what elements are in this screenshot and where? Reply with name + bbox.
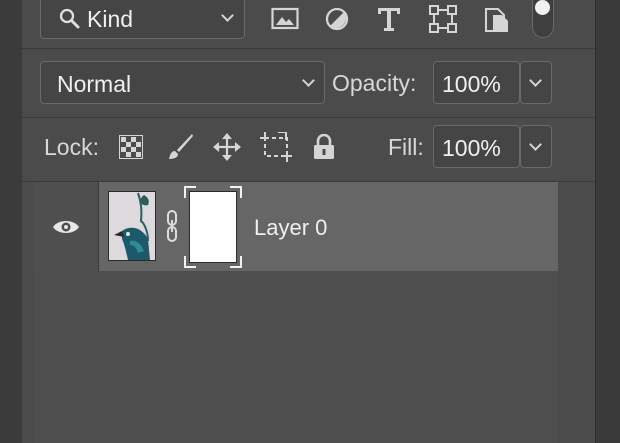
- adjustment-filter-icon[interactable]: [324, 6, 350, 32]
- mask-fill: [189, 191, 237, 263]
- layer-name: Layer 0: [254, 215, 328, 240]
- chevron-down-icon: [529, 74, 542, 87]
- lock-transparent-pixels-icon[interactable]: [119, 135, 143, 159]
- layer-mask-thumbnail[interactable]: [184, 186, 242, 268]
- lock-position-icon[interactable]: [212, 132, 242, 162]
- search-icon: [59, 8, 80, 29]
- opacity-value: 100%: [442, 71, 501, 97]
- lock-image-pixels-icon[interactable]: [166, 132, 194, 162]
- link-icon[interactable]: [165, 210, 179, 242]
- chevron-down-icon: [529, 138, 542, 151]
- image-filter-icon[interactable]: [271, 7, 299, 31]
- fill-input[interactable]: 100%: [433, 125, 520, 168]
- blend-mode-dropdown[interactable]: Normal: [40, 61, 325, 104]
- panel-scroll-track[interactable]: [595, 0, 620, 443]
- smart-object-filter-icon[interactable]: [484, 5, 510, 33]
- fill-dropdown-button[interactable]: [520, 125, 552, 168]
- layers-empty-area: [34, 272, 558, 443]
- filter-toggle-knob: [535, 0, 550, 15]
- eye-icon[interactable]: [52, 218, 80, 236]
- lock-label: Lock:: [44, 134, 99, 160]
- lock-all-icon[interactable]: [313, 134, 335, 160]
- fill-label: Fill:: [388, 134, 424, 160]
- opacity-label: Opacity:: [332, 70, 417, 96]
- blend-mode-value: Normal: [57, 71, 132, 97]
- filter-kind-label: Kind: [87, 6, 134, 32]
- layer-thumbnail[interactable]: [108, 191, 156, 261]
- lock-artboard-icon[interactable]: [260, 132, 292, 162]
- chevron-down-icon: [221, 9, 234, 22]
- opacity-input[interactable]: 100%: [433, 61, 520, 104]
- layers-list: Layer 0: [34, 182, 558, 443]
- fill-value: 100%: [442, 135, 501, 161]
- type-filter-icon[interactable]: [376, 6, 402, 32]
- chevron-down-icon: [302, 74, 315, 87]
- shape-filter-icon[interactable]: [429, 5, 457, 33]
- filter-kind-dropdown[interactable]: Kind: [40, 0, 245, 39]
- opacity-dropdown-button[interactable]: [520, 61, 552, 104]
- layer-row[interactable]: Layer 0: [34, 182, 558, 271]
- filter-toggle[interactable]: [532, 0, 554, 38]
